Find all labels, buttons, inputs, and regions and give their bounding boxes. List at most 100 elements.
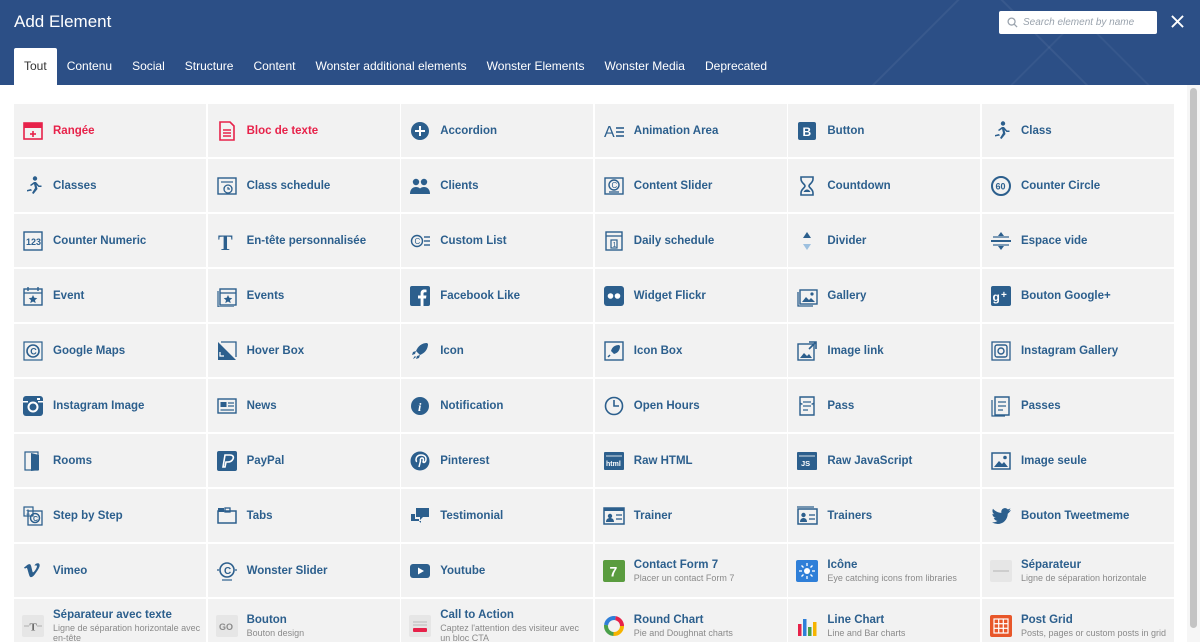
element-vimeo[interactable]: Vimeo (14, 544, 206, 597)
element-custom-list[interactable]: C Custom List (401, 214, 594, 267)
element-icone[interactable]: Icône Eye catching icons from libraries (788, 544, 981, 597)
element-line-chart[interactable]: Line Chart Line and Bar charts (788, 599, 981, 642)
element-class[interactable]: Class (981, 104, 1174, 157)
element-content-slider[interactable]: C Content Slider (594, 159, 787, 212)
tab-contenu[interactable]: Contenu (57, 48, 122, 85)
element-separateur[interactable]: Séparateur Ligne de séparation horizontal… (981, 544, 1174, 597)
element-gallery[interactable]: Gallery (788, 269, 981, 322)
element-tabs[interactable]: Tabs (207, 489, 400, 542)
tab-structure[interactable]: Structure (175, 48, 244, 85)
element-label: Bouton Google+ (1020, 289, 1111, 302)
element-bouton-google[interactable]: g + Bouton Google+ (981, 269, 1174, 322)
element-passes[interactable]: Passes (981, 379, 1174, 432)
element-description: Line and Bar charts (827, 627, 906, 638)
tab-wonster-additional-elements[interactable]: Wonster additional elements (305, 48, 476, 85)
element-instagram-image[interactable]: Instagram Image (14, 379, 206, 432)
element-rangee[interactable]: Rangée (14, 104, 206, 157)
tab-content[interactable]: Content (243, 48, 305, 85)
element-label: Countdown (827, 179, 891, 192)
element-step-by-step[interactable]: 1 C Step by Step (14, 489, 206, 542)
element-text: Image link (827, 345, 883, 357)
element-image-seule[interactable]: Image seule (981, 434, 1174, 487)
element-text: Line Chart Line and Bar charts (827, 614, 905, 638)
element-post-grid[interactable]: Post Grid Posts, pages or custom posts in… (981, 599, 1174, 642)
element-bouton-tweetmeme[interactable]: Bouton Tweetmeme (981, 489, 1174, 542)
element-text: Pass (827, 400, 854, 412)
element-label: Animation Area (633, 124, 719, 137)
scrollbar-thumb[interactable] (1190, 88, 1197, 628)
tab-deprecated[interactable]: Deprecated (695, 48, 777, 85)
element-en-tete-personnalisee[interactable]: T En-tête personnalisée (207, 214, 400, 267)
element-accordion[interactable]: Accordion (401, 104, 594, 157)
element-raw-javascript[interactable]: JS Raw JavaScript (788, 434, 981, 487)
svg-text:C: C (30, 346, 37, 356)
element-wonster-slider[interactable]: C Wonster Slider (207, 544, 400, 597)
element-label: Call to Action (440, 608, 514, 621)
element-bouton[interactable]: GO Bouton Bouton design (207, 599, 400, 642)
scrollbar[interactable] (1187, 85, 1200, 642)
tab-wonster-elements[interactable]: Wonster Elements (477, 48, 595, 85)
custom-list-icon: C (408, 229, 432, 253)
element-facebook-like[interactable]: Facebook Like (401, 269, 594, 322)
element-daily-schedule[interactable]: 1 Daily schedule (594, 214, 787, 267)
step-by-step-icon: 1C (21, 504, 45, 528)
element-espace-vide[interactable]: Espace vide (981, 214, 1174, 267)
tab-social[interactable]: Social (122, 48, 175, 85)
element-image-link[interactable]: Image link (788, 324, 981, 377)
element-clients[interactable]: Clients (401, 159, 594, 212)
search-box[interactable] (999, 11, 1157, 34)
element-round-chart[interactable]: Round Chart Pie and Doughnat charts (594, 599, 787, 642)
svg-text:JS: JS (801, 459, 810, 468)
element-paypal[interactable]: PayPal (207, 434, 400, 487)
line-chart-icon (795, 614, 819, 638)
clock-icon (602, 394, 626, 418)
element-bloc-de-texte[interactable]: Bloc de texte (207, 104, 400, 157)
element-counter-circle[interactable]: 60 Counter Circle (981, 159, 1174, 212)
element-label: Bouton Tweetmeme (1020, 509, 1130, 522)
element-event[interactable]: Event (14, 269, 206, 322)
close-button[interactable] (1166, 10, 1188, 32)
element-animation-area[interactable]: A Animation Area (594, 104, 787, 157)
element-label: Line Chart (827, 613, 885, 626)
flickr-icon (602, 284, 626, 308)
element-call-to-action[interactable]: Call to Action Captez l'attention des vis… (401, 599, 594, 642)
element-label: Icon Box (633, 344, 683, 357)
element-testimonial[interactable]: Testimonial (401, 489, 594, 542)
element-label: Contact Form 7 (633, 558, 719, 571)
element-label: Notification (440, 399, 504, 412)
element-separateur-avec-texte[interactable]: T Séparateur avec texte Ligne de séparatio… (14, 599, 206, 642)
element-icon-box[interactable]: Icon Box (594, 324, 787, 377)
search-input[interactable] (1023, 17, 1148, 28)
element-widget-flickr[interactable]: Widget Flickr (594, 269, 787, 322)
element-contact-form-7[interactable]: 7 Contact Form 7 Placer un contact Form 7 (594, 544, 787, 597)
element-pinterest[interactable]: Pinterest (401, 434, 594, 487)
element-icon[interactable]: Icon (401, 324, 594, 377)
raw-html-icon: html (602, 449, 626, 473)
element-instagram-gallery[interactable]: Instagram Gallery (981, 324, 1174, 377)
element-events[interactable]: Events (207, 269, 400, 322)
element-class-schedule[interactable]: Class schedule (207, 159, 400, 212)
element-open-hours[interactable]: Open Hours (594, 379, 787, 432)
element-divider[interactable]: Divider (788, 214, 981, 267)
google-plus-icon: g + (989, 284, 1013, 308)
element-label: Custom List (440, 234, 507, 247)
element-pass[interactable]: Pass (788, 379, 981, 432)
row-icon (21, 119, 45, 143)
element-label: Espace vide (1020, 234, 1088, 247)
element-raw-html[interactable]: html Raw HTML (594, 434, 787, 487)
tab-tout[interactable]: Tout (14, 48, 57, 85)
element-notification[interactable]: i Notification (401, 379, 594, 432)
element-counter-numeric[interactable]: 123 Counter Numeric (14, 214, 206, 267)
element-youtube[interactable]: Youtube (401, 544, 594, 597)
element-countdown[interactable]: Countdown (788, 159, 981, 212)
element-google-maps[interactable]: C Google Maps (14, 324, 206, 377)
tab-wonster-media[interactable]: Wonster Media (595, 48, 695, 85)
element-classes[interactable]: Classes (14, 159, 206, 212)
element-trainers[interactable]: Trainers (788, 489, 981, 542)
element-hover-box[interactable]: Hover Box (207, 324, 400, 377)
element-rooms[interactable]: Rooms (14, 434, 206, 487)
element-label: Trainer (633, 509, 673, 522)
element-button[interactable]: B Button (788, 104, 981, 157)
element-trainer[interactable]: Trainer (594, 489, 787, 542)
element-news[interactable]: News (207, 379, 400, 432)
